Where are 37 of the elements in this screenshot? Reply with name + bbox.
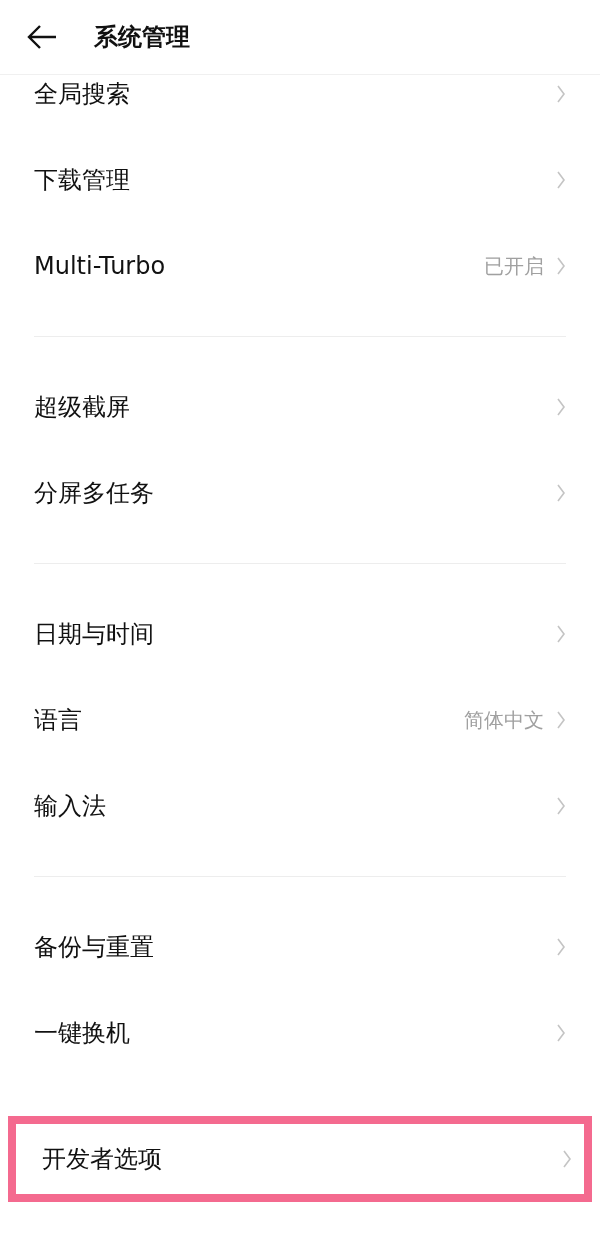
chevron-icon bbox=[556, 84, 566, 104]
settings-row[interactable]: 输入法 bbox=[0, 763, 600, 849]
settings-row[interactable]: Multi-Turbo 已开启 bbox=[0, 223, 600, 309]
row-label: 语言 bbox=[34, 705, 83, 736]
row-label: 一键换机 bbox=[34, 1018, 131, 1049]
settings-row[interactable]: 一键换机 bbox=[0, 990, 600, 1076]
settings-row[interactable]: 下载管理 bbox=[0, 137, 600, 223]
row-label: 超级截屏 bbox=[34, 392, 131, 423]
settings-row[interactable]: 开发者选项 bbox=[8, 1116, 592, 1202]
chevron-icon bbox=[562, 1149, 572, 1169]
row-label: 下载管理 bbox=[34, 165, 131, 196]
chevron-icon bbox=[556, 1023, 566, 1043]
chevron-icon bbox=[556, 710, 566, 730]
back-icon[interactable] bbox=[26, 24, 58, 50]
settings-row[interactable]: 日期与时间 bbox=[0, 591, 600, 677]
settings-row[interactable]: 超级截屏 bbox=[0, 364, 600, 450]
row-label: Multi-Turbo bbox=[34, 251, 167, 282]
row-value: 已开启 bbox=[484, 253, 544, 280]
settings-row[interactable]: 备份与重置 bbox=[0, 904, 600, 990]
row-label: 输入法 bbox=[34, 791, 107, 822]
chevron-icon bbox=[556, 937, 566, 957]
chevron-icon bbox=[556, 483, 566, 503]
chevron-icon bbox=[556, 397, 566, 417]
chevron-icon bbox=[556, 796, 566, 816]
row-label: 日期与时间 bbox=[34, 619, 155, 650]
settings-row[interactable]: 分屏多任务 bbox=[0, 450, 600, 536]
row-label: 全局搜索 bbox=[34, 79, 131, 110]
settings-row[interactable]: 语言 简体中文 bbox=[0, 677, 600, 763]
chevron-icon bbox=[556, 170, 566, 190]
row-label: 分屏多任务 bbox=[34, 478, 155, 509]
row-value: 简体中文 bbox=[464, 707, 544, 734]
settings-row[interactable]: 全局搜索 bbox=[0, 75, 600, 137]
chevron-icon bbox=[556, 624, 566, 644]
row-label: 开发者选项 bbox=[42, 1144, 163, 1175]
row-label: 备份与重置 bbox=[34, 932, 155, 963]
chevron-icon bbox=[556, 256, 566, 276]
page-title: 系统管理 bbox=[94, 22, 190, 53]
